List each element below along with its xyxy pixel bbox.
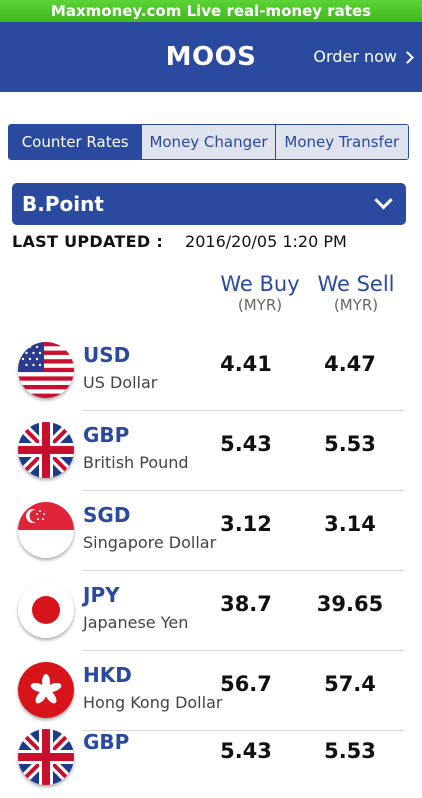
sell-rate: 3.14: [324, 512, 376, 536]
chevron-down-icon: [374, 190, 393, 209]
us-flag-icon: [18, 342, 74, 398]
japan-flag-icon: [18, 582, 74, 638]
currency-name: British Pound: [83, 453, 189, 472]
currency-name: Singapore Dollar: [83, 533, 217, 552]
rate-row-gbp[interactable]: GBP British Pound 5.43 5.53: [0, 411, 422, 491]
last-updated-label: LAST UPDATED :: [12, 232, 164, 251]
rate-row-sgd[interactable]: SGD Singapore Dollar 3.12 3.14: [0, 491, 422, 571]
promo-banner[interactable]: Maxmoney.com Live real-money rates: [0, 0, 422, 22]
currency-code: GBP: [83, 423, 130, 447]
rate-row-jpy[interactable]: JPY Japanese Yen 38.7 39.65: [0, 571, 422, 651]
currency-code: GBP: [83, 730, 130, 754]
sell-rate: 39.65: [316, 592, 384, 616]
currency-name: Japanese Yen: [83, 613, 189, 632]
buy-rate: 56.7: [220, 672, 272, 696]
order-now-button[interactable]: Order now: [313, 22, 414, 92]
rate-row-usd[interactable]: USD US Dollar 4.41 4.47: [0, 331, 422, 411]
we-buy-title: We Buy: [220, 272, 300, 296]
rate-type-tabs: Counter Rates Money Changer Money Transf…: [8, 124, 409, 160]
currency-code: USD: [83, 343, 131, 367]
branch-selector[interactable]: B.Point: [12, 183, 406, 225]
sell-rate: 4.47: [324, 352, 376, 376]
sell-rate: 5.53: [324, 739, 376, 763]
uk-flag-icon: [18, 422, 74, 478]
buy-rate: 5.43: [220, 432, 272, 456]
chevron-right-icon: [401, 50, 414, 64]
we-buy-header: We Buy (MYR): [212, 272, 308, 314]
currency-name: US Dollar: [83, 373, 158, 392]
tab-money-changer[interactable]: Money Changer: [141, 125, 275, 159]
currency-code: SGD: [83, 503, 131, 527]
uk-flag-icon: [18, 729, 74, 785]
order-now-label: Order now: [313, 47, 397, 66]
currency-code: JPY: [83, 583, 120, 607]
last-updated: LAST UPDATED : 2016/20/05 1:20 PM: [12, 232, 347, 251]
we-sell-unit: (MYR): [333, 296, 379, 314]
app-header: MOOS Order now: [0, 22, 422, 92]
currency-code: HKD: [83, 663, 132, 687]
singapore-flag-icon: [18, 502, 74, 558]
branch-label: B.Point: [22, 192, 104, 216]
we-sell-title: We Sell: [317, 272, 395, 296]
we-buy-unit: (MYR): [237, 296, 283, 314]
buy-rate: 5.43: [220, 739, 272, 763]
tab-money-transfer[interactable]: Money Transfer: [274, 125, 408, 159]
sell-rate: 57.4: [324, 672, 376, 696]
we-sell-header: We Sell (MYR): [308, 272, 404, 314]
hong-kong-flag-icon: [18, 662, 74, 718]
buy-rate: 3.12: [220, 512, 272, 536]
buy-rate: 38.7: [220, 592, 272, 616]
tab-counter-rates[interactable]: Counter Rates: [9, 125, 142, 159]
rate-row-gbp-2[interactable]: GBP 5.43 5.53: [0, 718, 422, 798]
last-updated-value: 2016/20/05 1:20 PM: [185, 232, 347, 251]
buy-rate: 4.41: [220, 352, 272, 376]
sell-rate: 5.53: [324, 432, 376, 456]
